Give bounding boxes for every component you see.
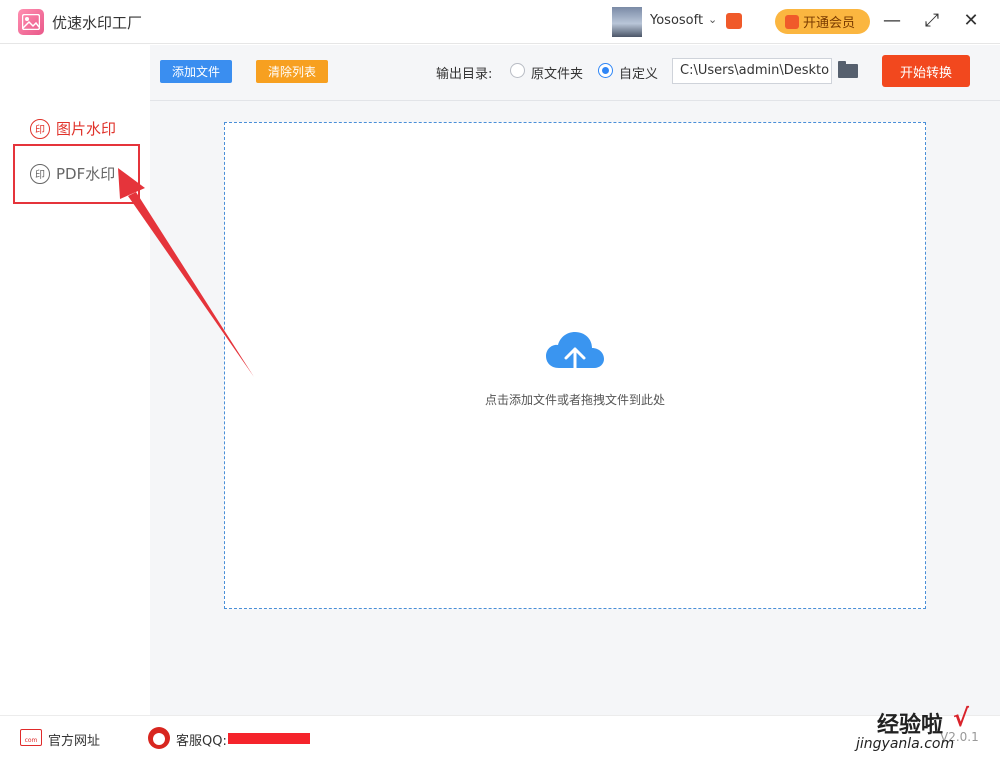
- app-logo-icon: [18, 9, 44, 35]
- official-site-link[interactable]: 官方网址: [48, 730, 100, 749]
- title-bar: 优速水印工厂 Yososoft ⌄ 开通会员 — ⤢ ✕: [0, 0, 1000, 44]
- watermark-check: √: [953, 704, 970, 732]
- redacted-qq-number: [228, 733, 310, 744]
- qq-support-icon[interactable]: [148, 727, 170, 749]
- clear-list-button[interactable]: 清除列表: [256, 60, 328, 83]
- sidebar-item-image-watermark[interactable]: 印 图片水印: [30, 118, 116, 139]
- highlight-box: [13, 144, 140, 204]
- drop-hint-text: 点击添加文件或者拖拽文件到此处: [484, 393, 665, 407]
- watermark-text: 经验啦: [877, 713, 944, 738]
- cloud-upload-icon: [546, 332, 604, 382]
- vip-badge-icon: [726, 13, 742, 29]
- app-title: 优速水印工厂: [52, 14, 143, 32]
- watermark-url: jingyanla.com: [856, 736, 955, 752]
- radio-custom[interactable]: [598, 63, 613, 78]
- radio-original-folder[interactable]: [510, 63, 525, 78]
- close-button[interactable]: ✕: [961, 10, 981, 31]
- minimize-button[interactable]: —: [882, 10, 902, 31]
- radio-custom-label[interactable]: 自定义: [619, 63, 658, 82]
- website-icon[interactable]: com: [20, 729, 42, 746]
- chevron-down-icon[interactable]: ⌄: [708, 13, 717, 26]
- sidebar-item-label: 图片水印: [56, 120, 117, 138]
- output-path-input[interactable]: C:\Users\admin\Deskto: [672, 58, 832, 84]
- vip-button[interactable]: 开通会员: [775, 9, 870, 34]
- seal-icon: 印: [30, 118, 50, 139]
- footer: com 官方网址 客服QQ: V2.0.1: [0, 715, 1000, 760]
- radio-original-label[interactable]: 原文件夹: [531, 63, 583, 82]
- file-drop-zone[interactable]: 点击添加文件或者拖拽文件到此处: [224, 122, 926, 609]
- vip-k-icon: [785, 14, 799, 29]
- maximize-button[interactable]: ⤢: [922, 10, 942, 31]
- add-file-button[interactable]: 添加文件: [160, 60, 232, 83]
- vip-label: 开通会员: [803, 16, 856, 31]
- toolbar: 添加文件 清除列表 输出目录: 原文件夹 自定义 C:\Users\admin\…: [150, 45, 1000, 101]
- support-qq-link[interactable]: 客服QQ:: [176, 730, 227, 749]
- output-dir-label: 输出目录:: [436, 67, 493, 82]
- folder-icon[interactable]: [838, 61, 858, 78]
- username[interactable]: Yososoft: [650, 13, 703, 28]
- user-avatar[interactable]: [612, 7, 642, 37]
- start-convert-button[interactable]: 开始转换: [882, 55, 970, 87]
- main-content: 添加文件 清除列表 输出目录: 原文件夹 自定义 C:\Users\admin\…: [150, 45, 1000, 715]
